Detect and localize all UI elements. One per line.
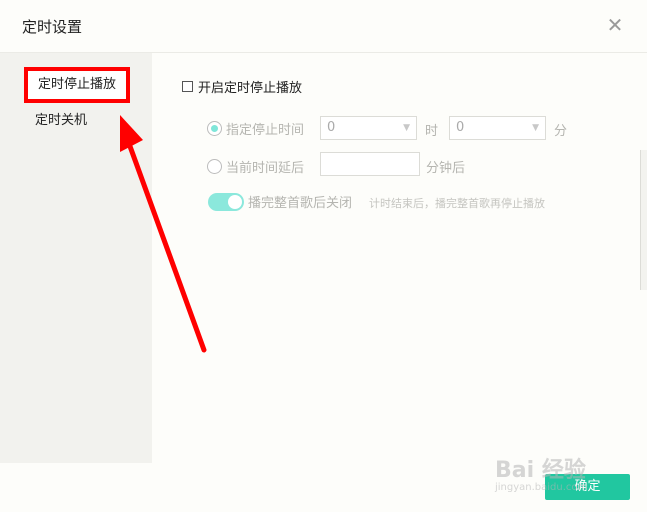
minute-select[interactable]: 0 ▼: [449, 116, 546, 140]
finish-song-label: 播完整首歌后关闭: [248, 196, 353, 211]
specify-time-label: 指定停止时间: [226, 123, 305, 138]
sidebar-item-shutdown[interactable]: 定时关机: [27, 107, 95, 135]
dialog-footer: 确定: [0, 463, 647, 512]
specify-time-radio[interactable]: [207, 121, 222, 136]
option-specify-time[interactable]: 指定停止时间: [207, 119, 304, 138]
dialog-titlebar: 定时设置 ✕: [0, 0, 647, 53]
sidebar: 定时停止播放 定时关机: [0, 53, 152, 463]
finish-song-hint: 计时结束后，播完整首歌再停止播放: [369, 197, 545, 210]
sidebar-item-stop-playback[interactable]: 定时停止播放: [24, 67, 131, 103]
enable-checkbox[interactable]: [182, 81, 193, 92]
enable-label: 开启定时停止播放: [198, 81, 303, 96]
chevron-down-icon: ▼: [403, 123, 410, 133]
finish-song-row[interactable]: 播完整首歌后关闭: [208, 192, 352, 211]
background-window-edge: [640, 150, 647, 290]
settings-panel: 开启定时停止播放 指定停止时间 0 ▼ 时 0 ▼ 分 当前时间延后 分钟后 播…: [152, 53, 647, 463]
option-delay[interactable]: 当前时间延后: [207, 157, 304, 176]
ok-button[interactable]: 确定: [545, 474, 630, 500]
enable-row[interactable]: 开启定时停止播放: [182, 77, 302, 96]
minute-value: 0: [456, 120, 465, 135]
close-icon[interactable]: ✕: [604, 14, 626, 36]
hour-unit: 时: [425, 124, 439, 139]
delay-minutes-input[interactable]: [320, 152, 420, 176]
delay-label: 当前时间延后: [226, 161, 305, 176]
hour-value: 0: [327, 120, 336, 135]
delay-unit: 分钟后: [426, 161, 466, 176]
finish-song-toggle[interactable]: [208, 192, 244, 211]
sidebar-item-label: 定时关机: [35, 113, 88, 128]
delay-radio[interactable]: [207, 159, 222, 174]
chevron-down-icon: ▼: [532, 123, 539, 133]
dialog-title: 定时设置: [22, 18, 83, 36]
timer-settings-dialog: 定时设置 ✕ 定时停止播放 定时关机 开启定时停止播放 指定停止时间 0 ▼ 时…: [0, 0, 647, 512]
sidebar-item-label: 定时停止播放: [38, 77, 117, 92]
minute-unit: 分: [554, 124, 568, 139]
hour-select[interactable]: 0 ▼: [320, 116, 417, 140]
